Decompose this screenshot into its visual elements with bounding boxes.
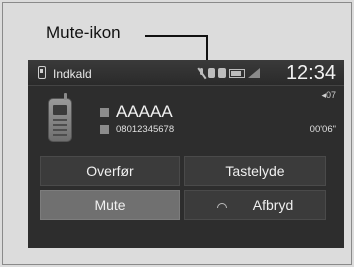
contact-icon (100, 108, 109, 117)
keypad-tones-button[interactable]: Tastelyde (184, 156, 326, 186)
caller-number: 08012345678 (116, 124, 175, 135)
hang-up-button-label: Afbryd (252, 197, 294, 213)
status-title: Indkald (53, 67, 92, 81)
volume-level: ◂07 (321, 90, 336, 100)
bluetooth-icon (208, 68, 215, 78)
callout-label: Mute-ikon (46, 23, 121, 42)
caller-name: AAAAA (116, 102, 173, 121)
phone-number-icon (100, 125, 109, 134)
phone-icon (38, 66, 46, 79)
battery-icon (229, 68, 245, 78)
callout-line (145, 35, 208, 37)
signal-icon (248, 68, 260, 78)
mute-button[interactable]: Mute (40, 190, 180, 220)
hang-up-button[interactable]: Afbryd (184, 190, 326, 220)
clock: 12:34 (285, 62, 336, 84)
mute-icon (198, 67, 205, 79)
mute-button-label: Mute (94, 197, 126, 213)
keypad-tones-button-label: Tastelyde (225, 163, 285, 179)
transfer-button-label: Overfør (86, 163, 134, 179)
hang-up-icon (216, 202, 227, 208)
status-icons (198, 67, 260, 79)
status-bar: Indkald 12:34 (28, 60, 344, 86)
mobile-phone-icon (48, 93, 72, 142)
bluetooth-icon (218, 68, 226, 78)
call-duration: 00'06" (309, 124, 336, 135)
transfer-button[interactable]: Overfør (40, 156, 180, 186)
phone-call-screen: Indkald 12:34 AAAAA 08012345678 ◂07 00'0… (28, 60, 344, 248)
